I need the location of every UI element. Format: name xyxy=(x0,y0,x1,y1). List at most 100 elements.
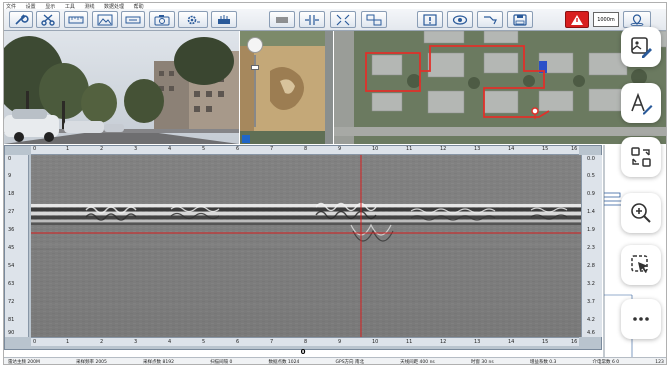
status-sample-points: 采样点数 8192 xyxy=(143,360,174,365)
image-button[interactable] xyxy=(92,11,118,28)
ruler-tick-bottom: 12 xyxy=(440,339,447,345)
status-gain: 增益系数 0.3 xyxy=(529,360,557,365)
status-gps-direction: GPS方向 南北 xyxy=(335,360,365,365)
ruler-tick-bottom: 1 xyxy=(66,339,70,345)
swap-view-button[interactable] xyxy=(621,137,661,177)
street-camera-view xyxy=(4,31,239,144)
calibrate-icon xyxy=(125,16,141,23)
compass-icon xyxy=(242,135,250,143)
radar-profile-panel: 0 1 2 3 4 5 6 7 8 9 10 11 12 13 14 15 16… xyxy=(4,145,603,350)
map-pin-button[interactable] xyxy=(623,11,651,28)
street-photo xyxy=(4,31,239,144)
status-frequency: 雷达主频 200M xyxy=(8,360,40,365)
split-vertical-icon xyxy=(305,14,319,25)
settings-button[interactable] xyxy=(178,11,208,28)
calibrate-button[interactable] xyxy=(121,11,145,28)
ruler-tick-bottom: 7 xyxy=(270,339,274,345)
ruler-tick-top: 11 xyxy=(406,146,413,152)
map-image xyxy=(334,31,666,144)
radar-button[interactable] xyxy=(211,11,237,28)
ruler-tick-bottom: 4 xyxy=(168,339,172,345)
ruler-tick-bottom: 5 xyxy=(202,339,206,345)
layout-button[interactable] xyxy=(361,11,387,28)
radargram-canvas[interactable] xyxy=(31,155,581,337)
app-window: 文件 设置 显示 工具 测线 数据处理 帮助 1000m 0 1 2 3 4 5… xyxy=(3,2,667,365)
route-button[interactable] xyxy=(477,11,503,28)
radar-icon xyxy=(218,14,230,24)
camera-icon xyxy=(154,14,170,25)
split-vertical-button[interactable] xyxy=(299,11,325,28)
ruler-button[interactable] xyxy=(64,11,88,28)
status-sample-rate: 采样频率 2005 xyxy=(76,360,107,365)
ruler-tick-right: 0.9 xyxy=(587,191,595,197)
ruler-tick-left: 45 xyxy=(8,245,15,251)
ruler-tick-top: 1 xyxy=(66,146,70,152)
ruler-tick-top: 16 xyxy=(571,146,578,152)
save-button[interactable] xyxy=(507,11,533,28)
ruler-tick-right: 1.4 xyxy=(587,209,595,215)
image-edit-icon xyxy=(631,37,652,58)
zoom-in-button[interactable] xyxy=(621,193,661,233)
ruler-tick-top: 9 xyxy=(338,146,342,152)
scissors-button[interactable] xyxy=(36,11,60,28)
satellite-map[interactable] xyxy=(334,31,666,144)
toolbar: 1000m xyxy=(4,9,666,31)
ruler-tick-bottom: 8 xyxy=(304,339,308,345)
more-button[interactable] xyxy=(621,299,661,339)
ruler-tick-left: 63 xyxy=(8,281,15,287)
zoom-in-icon xyxy=(631,203,651,223)
ruler-tick-right: 0.5 xyxy=(587,173,595,179)
aerial-view xyxy=(240,31,333,144)
ruler-tick-right: 2.8 xyxy=(587,263,595,269)
settings-gear-icon xyxy=(187,15,200,24)
alert-button[interactable] xyxy=(417,11,443,28)
map-scale-label: 1000m xyxy=(597,16,615,23)
ruler-tick-top: 7 xyxy=(270,146,274,152)
ruler-tick-left: 54 xyxy=(8,263,15,269)
ruler-tick-top: 13 xyxy=(474,146,481,152)
ruler-tick-top: 4 xyxy=(168,146,172,152)
ruler-tick-top: 2 xyxy=(100,146,104,152)
ruler-tick-bottom: 15 xyxy=(542,339,549,345)
aerial-zoom-control[interactable] xyxy=(247,37,263,53)
horizontal-lines-button[interactable] xyxy=(269,11,295,28)
ruler-tick-left: 36 xyxy=(8,227,15,233)
ruler-tick-left: 9 xyxy=(8,173,12,179)
ruler-tick-top: 3 xyxy=(134,146,138,152)
aerial-zoom-thumb[interactable] xyxy=(251,65,259,70)
ruler-tick-left: 27 xyxy=(8,209,15,215)
camera-button[interactable] xyxy=(149,11,175,28)
select-edit-button[interactable] xyxy=(621,245,661,285)
wrench-button[interactable] xyxy=(9,11,33,28)
ruler-tick-bottom: 3 xyxy=(134,339,138,345)
warning-button[interactable] xyxy=(565,11,589,28)
ruler-icon xyxy=(68,16,84,23)
radargram-image xyxy=(31,155,581,337)
ruler-tick-right: 0.0 xyxy=(587,156,595,162)
ruler-tick-left: 90 xyxy=(8,330,15,336)
edit-image-button[interactable] xyxy=(621,27,661,67)
save-icon xyxy=(513,13,527,26)
edit-text-button[interactable] xyxy=(621,83,661,123)
scissors-icon xyxy=(41,13,55,26)
ruler-tick-left: 72 xyxy=(8,299,15,305)
route-icon xyxy=(484,15,497,24)
ruler-tick-top: 8 xyxy=(304,146,308,152)
depth-ruler-left: 0 9 18 27 36 45 54 63 72 81 90 xyxy=(5,155,29,337)
layout-icon xyxy=(366,14,382,25)
more-icon xyxy=(633,317,649,321)
ruler-tick-top: 10 xyxy=(372,146,379,152)
ruler-tick-right: 3.7 xyxy=(587,299,595,305)
ruler-tick-right: 1.9 xyxy=(587,227,595,233)
status-count: 123 xyxy=(655,359,664,365)
status-bar: 雷达主频 200M 采样频率 2005 采样点数 8192 扫描间隔 0 数据点… xyxy=(4,357,666,365)
ruler-tick-bottom: 14 xyxy=(508,339,515,345)
select-edit-icon xyxy=(631,255,648,273)
warning-icon xyxy=(571,14,583,25)
eye-button[interactable] xyxy=(447,11,473,28)
status-time-window: 时窗 30 ns xyxy=(470,360,494,365)
status-dielectric: 介电常数 6 0 xyxy=(592,360,620,365)
ruler-tick-right: 3.2 xyxy=(587,281,595,287)
expand-button[interactable] xyxy=(330,11,356,28)
ruler-tick-bottom: 6 xyxy=(236,339,240,345)
